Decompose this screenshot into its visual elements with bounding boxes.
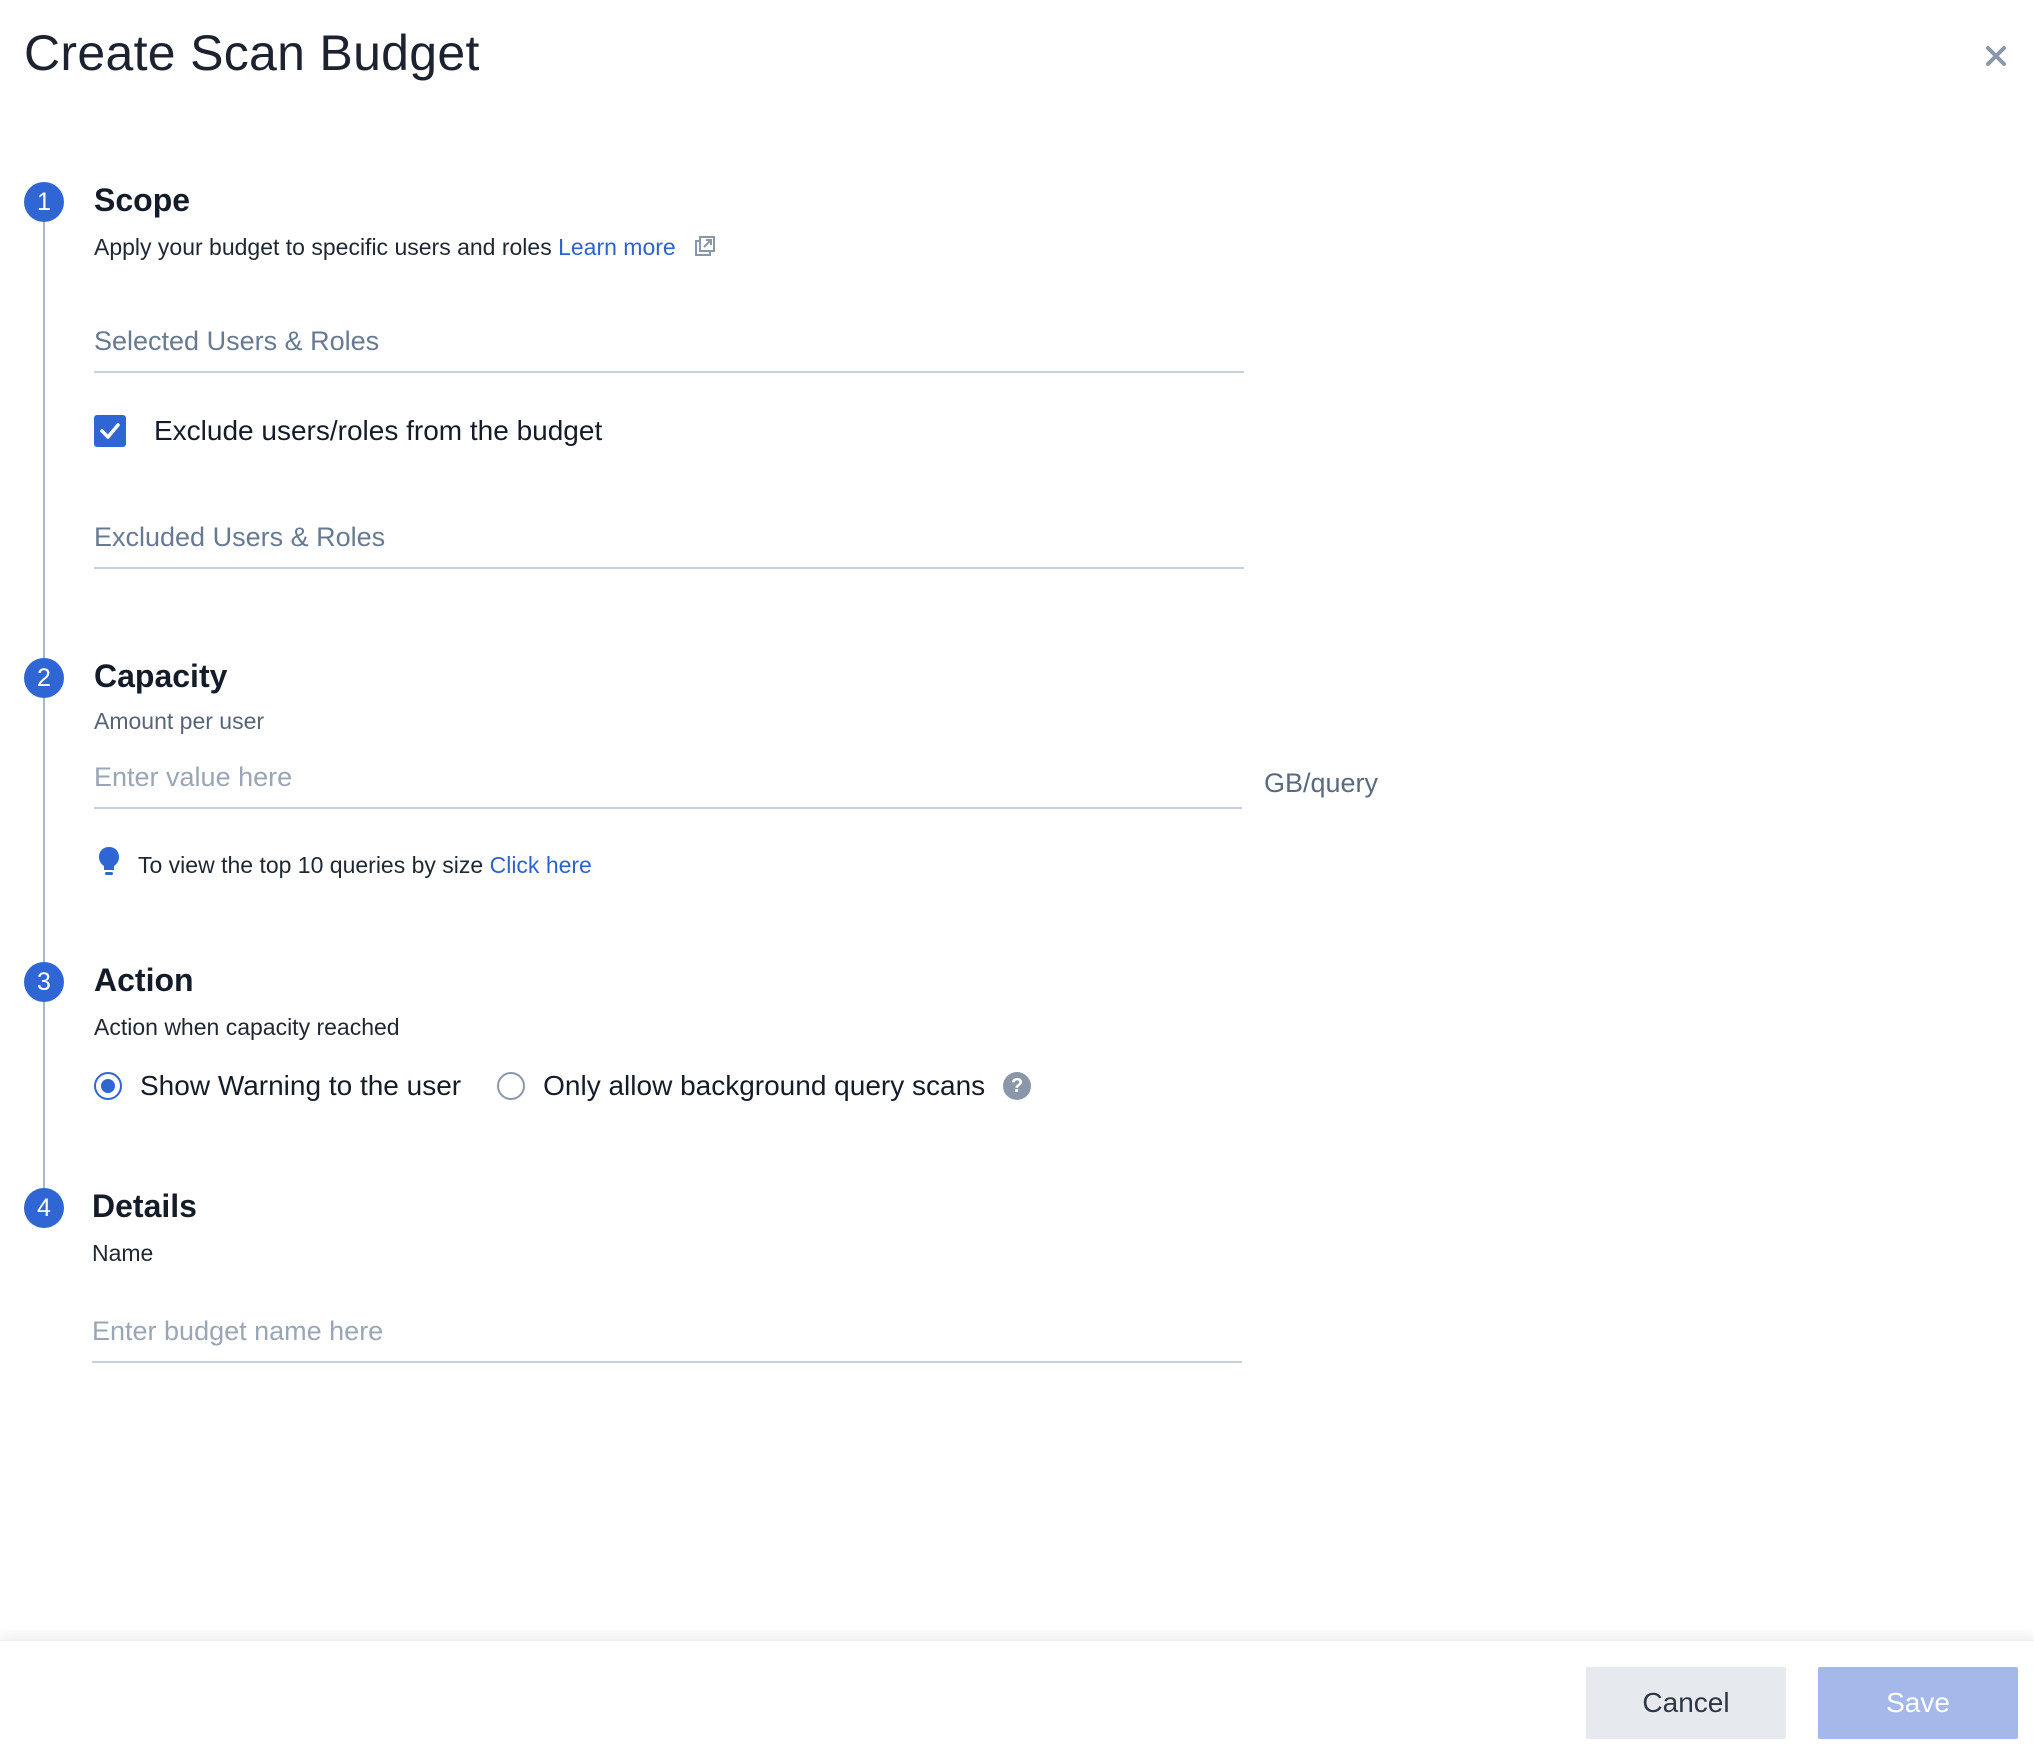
tip-text-label: To view the top 10 queries by size bbox=[138, 851, 484, 878]
excluded-users-roles-input[interactable] bbox=[94, 522, 1244, 567]
section-title-scope: Scope bbox=[94, 182, 191, 218]
checkmark-icon bbox=[100, 423, 120, 439]
selected-users-roles-field[interactable] bbox=[94, 326, 1244, 373]
question-circle-icon[interactable]: ? bbox=[1003, 1072, 1032, 1100]
step-number-3: 3 bbox=[24, 962, 64, 1002]
tip-text: To view the top 10 queries by size Click… bbox=[138, 852, 592, 879]
excluded-users-roles-field[interactable] bbox=[94, 522, 1244, 569]
radio-show-warning-label: Show Warning to the user bbox=[140, 1070, 462, 1101]
radio-background-scans-circle[interactable] bbox=[497, 1072, 526, 1100]
steps-timeline-line bbox=[43, 222, 45, 1207]
step-number-2: 2 bbox=[24, 658, 64, 698]
capacity-unit-label: GB/query bbox=[1264, 768, 1379, 798]
selected-users-roles-input[interactable] bbox=[94, 326, 1244, 371]
save-button[interactable]: Save bbox=[1818, 1667, 2018, 1739]
capacity-value-input[interactable] bbox=[94, 762, 1242, 807]
exclude-users-checkbox-row[interactable]: Exclude users/roles from the budget bbox=[94, 414, 602, 448]
section-title-details: Details bbox=[92, 1188, 197, 1224]
create-scan-budget-dialog: Create Scan Budget 1 Scope Apply your bu… bbox=[0, 0, 2034, 1750]
dialog-footer: Cancel Save bbox=[0, 1640, 2034, 1750]
action-label: Action when capacity reached bbox=[94, 1014, 400, 1040]
section-title-action: Action bbox=[94, 962, 194, 998]
radio-show-warning[interactable]: Show Warning to the user bbox=[94, 1070, 461, 1102]
click-here-link[interactable]: Click here bbox=[490, 852, 592, 878]
scope-description-text: Apply your budget to specific users and … bbox=[94, 234, 552, 260]
top-queries-tip: To view the top 10 queries by size Click… bbox=[98, 846, 592, 884]
budget-name-input[interactable] bbox=[92, 1316, 1242, 1361]
budget-name-field[interactable] bbox=[92, 1316, 1242, 1363]
learn-more-link[interactable]: Learn more bbox=[558, 234, 676, 260]
action-radio-group: Show Warning to the user Only allow back… bbox=[94, 1068, 1032, 1104]
section-title-capacity: Capacity bbox=[94, 658, 228, 694]
radio-show-warning-circle[interactable] bbox=[94, 1072, 122, 1100]
capacity-label: Amount per user bbox=[94, 708, 265, 734]
close-icon[interactable] bbox=[1980, 40, 2012, 72]
radio-background-scans-label: Only allow background query scans bbox=[543, 1070, 986, 1101]
exclude-users-checkbox[interactable] bbox=[94, 415, 126, 447]
cancel-button[interactable]: Cancel bbox=[1586, 1667, 1786, 1739]
lightbulb-icon bbox=[98, 846, 120, 884]
external-link-icon[interactable] bbox=[694, 235, 716, 263]
step-number-1: 1 bbox=[24, 182, 64, 222]
exclude-users-label: Exclude users/roles from the budget bbox=[154, 415, 603, 446]
scope-description: Apply your budget to specific users and … bbox=[94, 234, 716, 263]
details-name-label: Name bbox=[92, 1240, 154, 1266]
radio-background-scans[interactable]: Only allow background query scans bbox=[497, 1070, 985, 1102]
capacity-value-field[interactable] bbox=[94, 762, 1242, 809]
dialog-title: Create Scan Budget bbox=[24, 25, 480, 81]
step-number-4: 4 bbox=[24, 1188, 64, 1228]
